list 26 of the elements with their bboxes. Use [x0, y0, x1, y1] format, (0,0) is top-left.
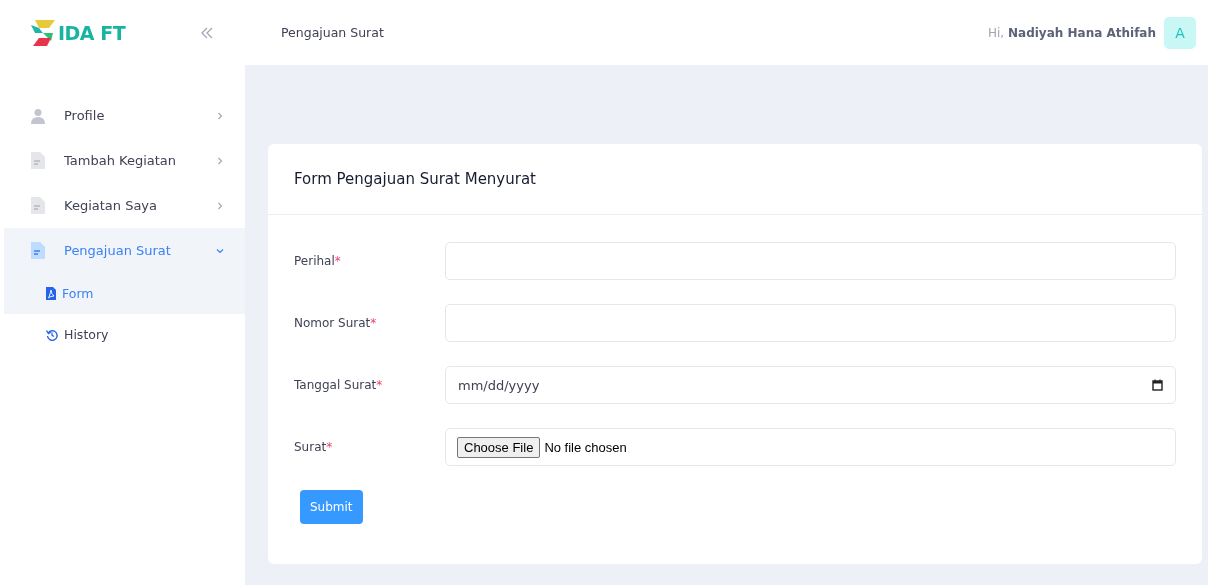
submenu-item[interactable]: History [4, 314, 245, 355]
input-field[interactable] [445, 242, 1176, 280]
field-label: Surat* [294, 440, 334, 454]
document-icon [30, 152, 46, 169]
choose-file-button[interactable]: Choose File [457, 436, 541, 458]
sidebar-item[interactable]: Kegiatan Saya [4, 183, 245, 228]
user-greeting: Hi, Nadiyah Hana Athifah [988, 25, 1156, 40]
document-icon [30, 197, 46, 214]
field-label: Nomor Surat* [294, 316, 378, 330]
file-status: No file chosen [544, 439, 627, 455]
logo-icon [29, 18, 57, 47]
logo-text: IDA FT [58, 21, 126, 44]
card-title: Form Pengajuan Surat Menyurat [294, 170, 536, 188]
history-icon [46, 328, 58, 341]
page-title: Pengajuan Surat [281, 25, 384, 40]
person-icon [30, 107, 46, 124]
file-field[interactable]: Choose File No file chosen [445, 428, 1176, 466]
date-field[interactable]: mm/dd/yyyy [445, 366, 1176, 404]
sidebar-item[interactable]: Profile [4, 93, 245, 138]
document-icon [30, 242, 46, 259]
pdf-file-icon [46, 287, 56, 300]
field-label: Tanggal Surat* [294, 378, 384, 392]
calendar-icon[interactable] [1152, 379, 1163, 391]
sidebar-item[interactable]: Tambah Kegiatan [4, 138, 245, 183]
input-field[interactable] [445, 304, 1176, 342]
field-label: Perihal* [294, 254, 342, 268]
